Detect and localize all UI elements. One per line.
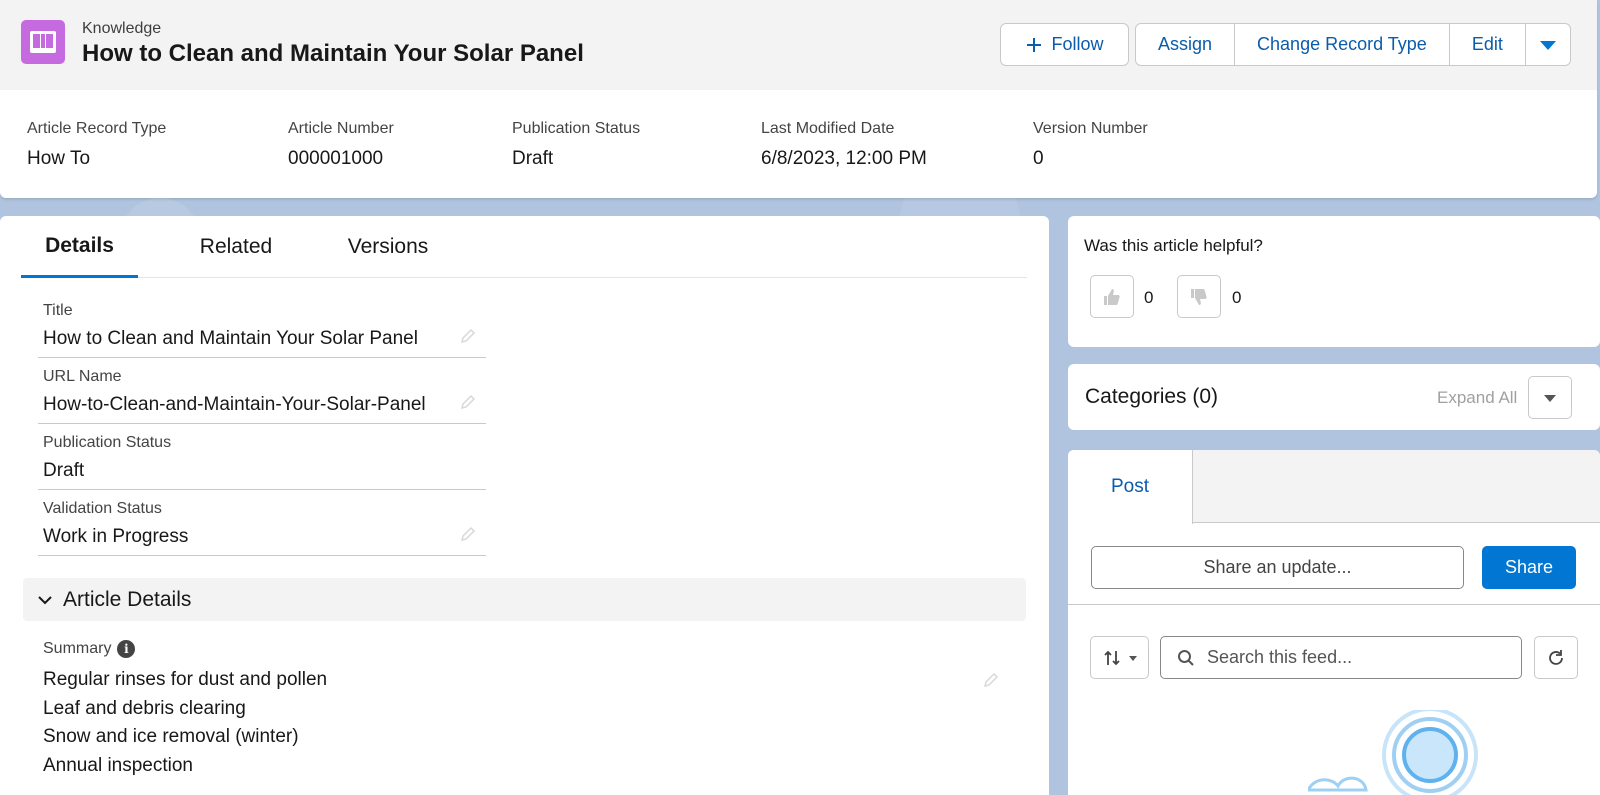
tab-versions[interactable]: Versions [338, 216, 438, 278]
summary-line: Leaf and debris clearing [43, 697, 246, 719]
refresh-feed-button[interactable] [1534, 636, 1578, 679]
expand-all-link[interactable]: Expand All [1437, 388, 1517, 408]
highlight-value: 0 [1033, 148, 1044, 169]
tab-details[interactable]: Details [21, 216, 138, 278]
highlight-label: Last Modified Date [761, 120, 895, 137]
record-header: Knowledge How to Clean and Maintain Your… [0, 0, 1597, 198]
summary-line: Annual inspection [43, 754, 193, 776]
highlight-label: Article Record Type [27, 120, 167, 137]
field-label: Summary [43, 640, 112, 657]
search-placeholder: Search this feed... [1207, 647, 1353, 667]
highlight-value: 000001000 [288, 148, 384, 169]
edit-label: Edit [1471, 34, 1503, 54]
pencil-icon[interactable] [458, 524, 478, 544]
assign-label: Assign [1158, 34, 1213, 54]
pencil-icon[interactable] [981, 670, 1001, 690]
section-title: Article Details [63, 587, 192, 611]
categories-title: Categories (0) [1085, 385, 1219, 408]
sort-feed-button[interactable] [1090, 636, 1149, 679]
page-title: How to Clean and Maintain Your Solar Pan… [82, 40, 584, 67]
info-icon[interactable]: i [117, 640, 136, 658]
feed-tabs: Post [1068, 450, 1600, 524]
field-value: How to Clean and Maintain Your Solar Pan… [43, 328, 418, 349]
pencil-icon[interactable] [458, 392, 478, 412]
summary-line: Regular rinses for dust and pollen [43, 669, 328, 690]
record-tabs: Details Related Versions [21, 216, 1027, 278]
caret-down-icon [1128, 655, 1137, 661]
categories-menu-button[interactable] [1528, 376, 1572, 419]
highlight-publication-status: Publication Status Draft [512, 120, 640, 170]
section-article-details[interactable]: Article Details [23, 578, 1026, 621]
chevron-down-icon [1544, 394, 1556, 402]
field-label: Validation Status [43, 500, 162, 517]
sort-icon [1103, 650, 1120, 665]
highlight-article-number: Article Number 000001000 [288, 120, 394, 170]
highlight-version-number: Version Number 0 [1033, 120, 1148, 170]
plus-icon [1027, 37, 1042, 52]
highlight-label: Version Number [1033, 120, 1148, 137]
helpful-card: Was this article helpful? 0 0 [1068, 216, 1600, 347]
knowledge-book-icon [21, 20, 65, 64]
categories-card: Categories (0) Expand All [1068, 364, 1600, 430]
field-validation-status: Validation Status Work in Progress [38, 494, 486, 556]
search-feed-input[interactable]: Search this feed... [1160, 636, 1522, 679]
field-label: Publication Status [43, 434, 172, 451]
more-actions-button[interactable] [1525, 23, 1571, 66]
share-button[interactable]: Share [1482, 546, 1576, 589]
thumbs-up-button[interactable] [1090, 275, 1134, 318]
field-url-name: URL Name How-to-Clean-and-Maintain-Your-… [38, 362, 486, 424]
object-label: Knowledge [82, 20, 162, 37]
field-value: Draft [43, 460, 85, 481]
header-top: Knowledge How to Clean and Maintain Your… [0, 0, 1597, 90]
publisher: Share an update... Share [1068, 524, 1600, 605]
thumbs-down-icon [1191, 288, 1207, 305]
tab-post[interactable]: Post [1068, 450, 1193, 524]
action-button-group: Assign Change Record Type Edit [1135, 23, 1571, 66]
highlight-article-record-type: Article Record Type How To [27, 120, 166, 170]
share-update-input[interactable]: Share an update... [1091, 546, 1464, 589]
field-label: Title [43, 302, 73, 319]
header-actions: Follow Assign Change Record Type Edit [1000, 23, 1571, 66]
follow-label: Follow [1051, 34, 1104, 54]
thumbs-down-count: 0 [1232, 288, 1242, 307]
details-card: Details Related Versions Title How to Cl… [0, 216, 1049, 795]
change-record-type-label: Change Record Type [1257, 34, 1427, 54]
field-summary: Summary i Regular rinses for dust and po… [38, 640, 1011, 795]
helpful-question: Was this article helpful? [1084, 236, 1263, 255]
tab-related[interactable]: Related [188, 216, 284, 278]
field-title: Title How to Clean and Maintain Your Sol… [38, 296, 486, 358]
highlight-last-modified-date: Last Modified Date 6/8/2023, 12:00 PM [761, 120, 927, 170]
highlight-value: 6/8/2023, 12:00 PM [761, 148, 927, 169]
change-record-type-button[interactable]: Change Record Type [1235, 23, 1450, 66]
assign-button[interactable]: Assign [1135, 23, 1236, 66]
highlight-value: Draft [512, 148, 554, 169]
highlight-label: Article Number [288, 120, 394, 137]
field-publication-status: Publication Status Draft [38, 428, 486, 490]
thumbs-up-count: 0 [1144, 288, 1154, 307]
field-value: Work in Progress [43, 526, 189, 547]
edit-button[interactable]: Edit [1449, 23, 1526, 66]
field-label: URL Name [43, 368, 122, 385]
empty-feed-illustration [1308, 710, 1478, 795]
summary-line: Snow and ice removal (winter) [43, 726, 299, 747]
chevron-down-icon [38, 595, 52, 604]
feed-card: Post Share an update... Share Search thi… [1068, 450, 1600, 795]
highlight-label: Publication Status [512, 120, 641, 137]
thumbs-up-icon [1104, 288, 1120, 305]
refresh-icon [1549, 649, 1563, 665]
chevron-down-icon [1539, 40, 1556, 50]
summary-lines: Regular rinses for dust and pollen Leaf … [43, 666, 327, 780]
follow-button[interactable]: Follow [1000, 23, 1129, 66]
highlight-value: How To [27, 148, 91, 169]
thumbs-down-button[interactable] [1177, 275, 1221, 318]
search-icon [1178, 649, 1194, 666]
field-value: How-to-Clean-and-Maintain-Your-Solar-Pan… [43, 394, 426, 415]
summary-label-row: Summary i [43, 640, 136, 658]
pencil-icon[interactable] [458, 326, 478, 346]
